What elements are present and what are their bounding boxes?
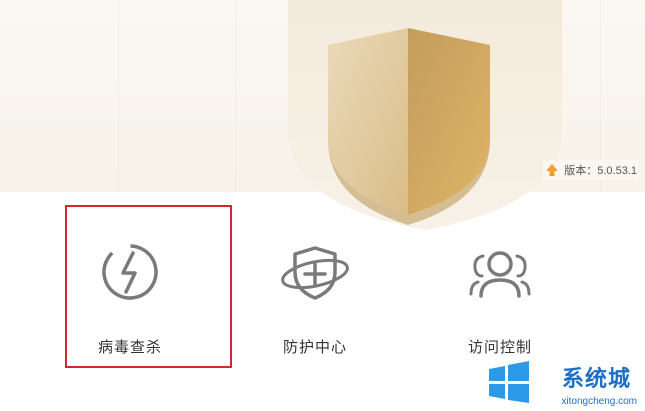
version-info: 版本：5.0.53.1 [543,160,639,180]
panel-divider [118,0,119,192]
panel-divider [235,0,236,192]
feature-label: 访问控制 [467,339,532,356]
version-label: 版本：5.0.53.1 [564,165,637,177]
watermark-url: xitongcheng.com [561,396,637,407]
lightning-icon [102,244,158,300]
feature-protection-center[interactable]: 防护中心 [240,238,390,368]
feature-virus-scan[interactable]: 病毒查杀 [55,238,205,368]
users-icon [469,251,531,298]
feature-label: 病毒查杀 [97,339,162,356]
site-watermark: 系统城 xitongcheng.com [485,355,645,411]
feature-label: 防护中心 [282,339,347,356]
feature-access-control[interactable]: 访问控制 [425,238,575,368]
shield-plus-icon [281,246,349,300]
watermark-title: 系统城 [561,367,631,392]
upgrade-arrow-icon[interactable] [545,163,559,177]
windows-logo-icon [489,361,529,403]
shield-logo-icon [288,0,562,230]
